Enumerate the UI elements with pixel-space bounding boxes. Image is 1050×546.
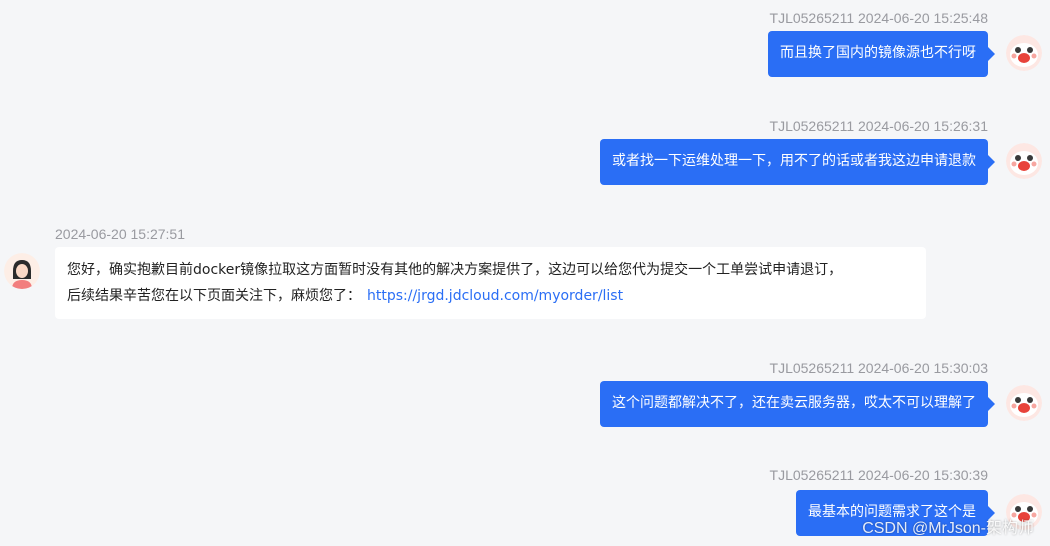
user-avatar-icon bbox=[1006, 385, 1042, 421]
user-avatar[interactable] bbox=[1006, 385, 1042, 421]
timestamp: 2024-06-20 15:30:39 bbox=[858, 467, 988, 483]
message-meta: TJL05265211 2024-06-20 15:30:39 bbox=[770, 467, 988, 483]
order-list-link[interactable]: https://jrgd.jdcloud.com/myorder/list bbox=[367, 288, 623, 304]
sender-id: TJL05265211 bbox=[769, 467, 855, 483]
user-avatar[interactable] bbox=[1006, 35, 1042, 71]
message-bubble-outgoing: 而且换了国内的镜像源也不行呀 bbox=[768, 31, 995, 77]
sender-id: TJL05265211 bbox=[769, 360, 855, 376]
message-line: 后续结果辛苦您在以下页面关注下，麻烦您了： bbox=[67, 288, 361, 304]
message-line: 您好，确实抱歉目前docker镜像拉取这方面暂时没有其他的解决方案提供了，这边可… bbox=[67, 262, 843, 278]
message-meta: 2024-06-20 15:27:51 bbox=[55, 226, 185, 242]
message-meta: TJL05265211 2024-06-20 15:30:03 bbox=[770, 360, 988, 376]
message-meta: TJL05265211 2024-06-20 15:25:48 bbox=[770, 10, 988, 26]
user-avatar-icon bbox=[1006, 143, 1042, 179]
message-line-with-link: 后续结果辛苦您在以下页面关注下，麻烦您了： https://jrgd.jdclou… bbox=[67, 283, 914, 309]
timestamp: 2024-06-20 15:30:03 bbox=[858, 360, 988, 376]
timestamp: 2024-06-20 15:26:31 bbox=[858, 118, 988, 134]
timestamp: 2024-06-20 15:25:48 bbox=[858, 10, 988, 26]
message-bubble-outgoing: 或者找一下运维处理一下，用不了的话或者我这边申请退款 bbox=[600, 139, 995, 185]
user-avatar[interactable] bbox=[1006, 143, 1042, 179]
sender-id: TJL05265211 bbox=[769, 118, 855, 134]
message-bubble-incoming: 您好，确实抱歉目前docker镜像拉取这方面暂时没有其他的解决方案提供了，这边可… bbox=[55, 247, 926, 319]
watermark: CSDN @MrJson-架构师 bbox=[862, 520, 1034, 537]
agent-avatar-icon bbox=[4, 253, 40, 289]
user-avatar-icon bbox=[1006, 35, 1042, 71]
sender-id: TJL05265211 bbox=[769, 10, 855, 26]
message-bubble-outgoing: 这个问题都解决不了，还在卖云服务器，哎太不可以理解了 bbox=[600, 381, 995, 427]
agent-avatar[interactable] bbox=[4, 253, 40, 289]
timestamp: 2024-06-20 15:27:51 bbox=[55, 226, 185, 242]
message-meta: TJL05265211 2024-06-20 15:26:31 bbox=[770, 118, 988, 134]
